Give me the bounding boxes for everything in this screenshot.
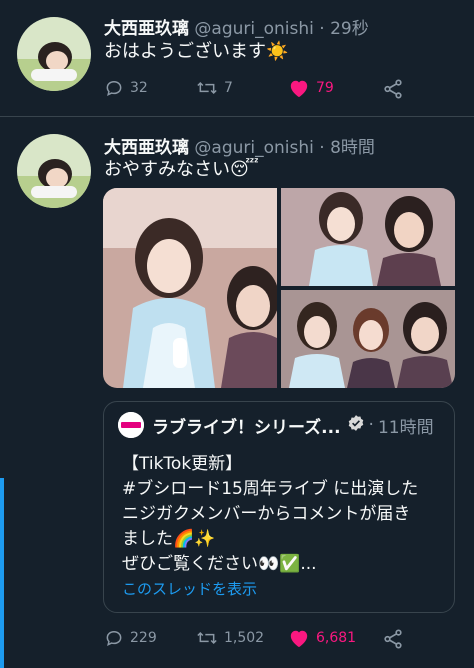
user-handle[interactable]: @aguri_onishi	[194, 19, 313, 39]
quoted-text-line: ニジガクメンバーからコメントが届き	[122, 504, 411, 524]
quoted-tweet[interactable]: ラブライブ！シリーズ... · 11時間 【TikTok更新】 #ブシロード15…	[103, 401, 455, 613]
quoted-tweet-text: 【TikTok更新】 #ブシロード15周年ライブ に出演した ニジガクメンバーか…	[122, 452, 418, 577]
photo[interactable]	[103, 188, 277, 388]
tweet-actions: 32 7 79	[104, 78, 444, 102]
like-count: 79	[316, 80, 334, 96]
share-icon	[384, 629, 402, 649]
tweet-text: おはようございます☀️	[104, 41, 289, 62]
retweet-button[interactable]: 7	[196, 78, 233, 98]
avatar[interactable]	[17, 134, 91, 208]
separator-dot: ·	[319, 138, 325, 158]
separator-dot: ·	[319, 19, 325, 39]
heart-filled-icon	[290, 630, 308, 648]
tweet[interactable]: 大西亜玖璃 @aguri_onishi · 29秒 おはようございます☀️ 32…	[0, 0, 474, 117]
display-name[interactable]: 大西亜玖璃	[104, 138, 189, 158]
like-button[interactable]: 6,681	[288, 628, 356, 648]
reply-icon	[106, 630, 122, 646]
timestamp[interactable]: 29秒	[330, 19, 369, 39]
separator-dot: ·	[368, 415, 374, 435]
reply-button[interactable]: 32	[104, 78, 148, 98]
timestamp[interactable]: 8時間	[330, 138, 375, 158]
retweet-count: 1,502	[224, 630, 265, 646]
photo[interactable]	[281, 290, 455, 388]
retweet-icon	[197, 81, 217, 95]
share-button[interactable]	[382, 78, 404, 100]
avatar[interactable]	[17, 17, 91, 91]
retweet-button[interactable]: 1,502	[196, 628, 264, 648]
like-button[interactable]: 79	[288, 78, 334, 98]
tweet-header: 大西亜玖璃 @aguri_onishi · 8時間	[104, 133, 375, 158]
heart-filled-icon	[290, 80, 308, 98]
quoted-tweet-header: ラブライブ！シリーズ... · 11時間	[118, 412, 434, 438]
show-thread-link[interactable]: このスレッドを表示	[122, 578, 257, 599]
share-icon	[384, 79, 402, 99]
like-count: 6,681	[316, 630, 357, 646]
quoted-display-name[interactable]: ラブライブ！シリーズ...	[152, 413, 341, 438]
retweet-count: 7	[224, 80, 233, 96]
reply-count: 32	[130, 80, 148, 96]
quoted-text-line: 【TikTok更新】	[122, 454, 243, 474]
display-name[interactable]: 大西亜玖璃	[104, 19, 189, 39]
tweet-header: 大西亜玖璃 @aguri_onishi · 29秒	[104, 14, 369, 39]
tweet-text: おやすみなさい😴	[104, 159, 259, 180]
verified-badge-icon	[347, 414, 365, 437]
quoted-timestamp[interactable]: 11時間	[378, 413, 434, 438]
reply-count: 229	[130, 630, 157, 646]
photo[interactable]	[281, 188, 455, 286]
quoted-text-line: #ブシロード15周年ライブ に出演した	[122, 479, 419, 499]
reply-icon	[106, 80, 122, 96]
reply-button[interactable]: 229	[104, 628, 157, 648]
retweet-icon	[197, 631, 217, 645]
share-button[interactable]	[382, 628, 404, 650]
user-handle[interactable]: @aguri_onishi	[194, 138, 313, 158]
tweet[interactable]: 大西亜玖璃 @aguri_onishi · 8時間 おやすみなさい😴 ラブライブ…	[0, 118, 474, 668]
tweet-actions: 229 1,502 6,681	[104, 628, 444, 652]
quoted-text-line: ぜひご覧ください👀✅...	[122, 554, 317, 574]
quoted-text-line: ました🌈✨	[122, 529, 216, 549]
quoted-avatar	[118, 412, 144, 438]
media-grid	[103, 188, 455, 388]
